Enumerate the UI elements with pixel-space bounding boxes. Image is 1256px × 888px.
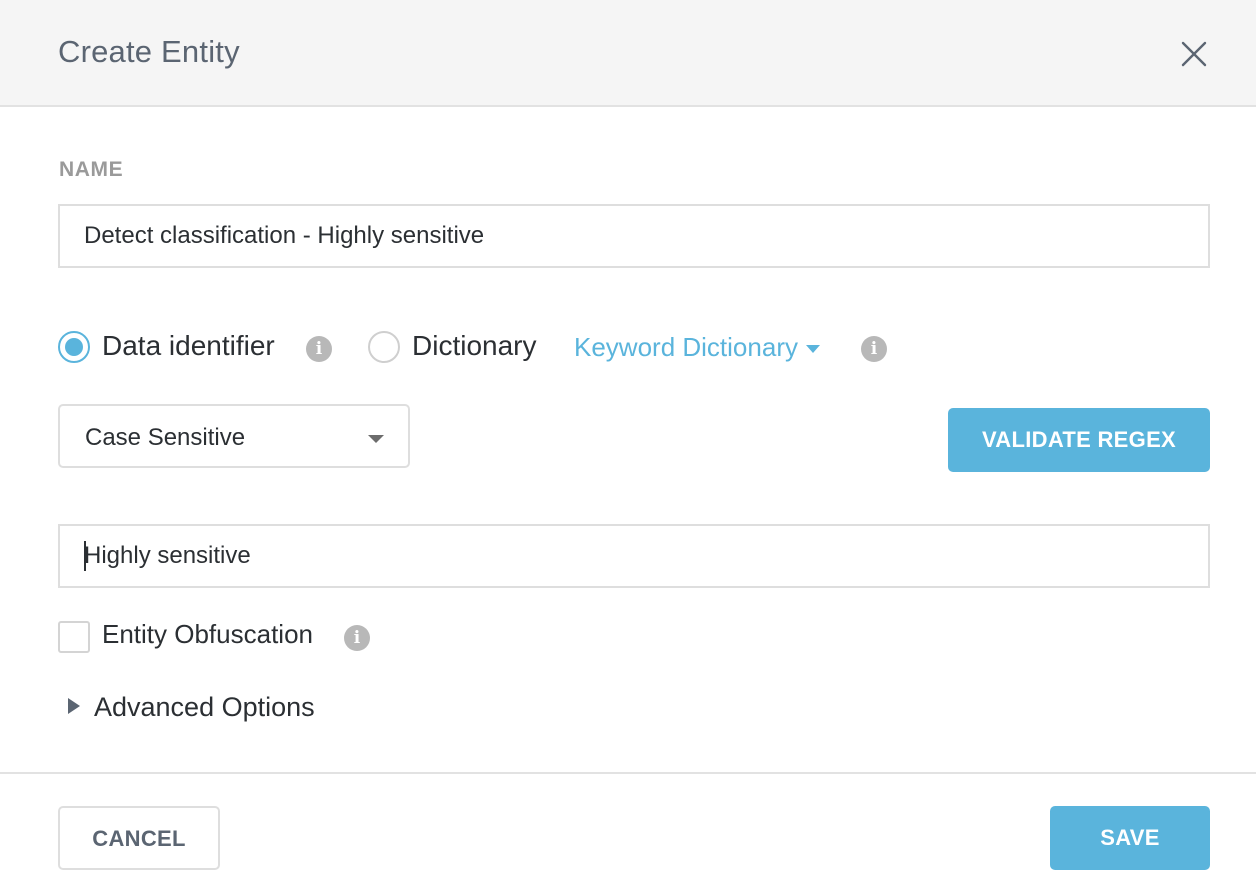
entity-obfuscation-checkbox[interactable]: [58, 621, 90, 653]
data-identifier-label[interactable]: Data identifier: [102, 330, 275, 362]
case-sensitivity-value: Case Sensitive: [85, 424, 246, 451]
advanced-options-toggle[interactable]: Advanced Options: [64, 692, 364, 728]
keyword-dictionary-dropdown[interactable]: Keyword Dictionary: [574, 332, 820, 363]
obfuscation-info-icon[interactable]: i: [344, 625, 370, 651]
case-sensitivity-select[interactable]: Case Sensitive: [58, 404, 410, 468]
dialog-title: Create Entity: [58, 34, 240, 69]
validate-regex-button[interactable]: VALIDATE REGEX: [948, 408, 1210, 472]
dialog-header: Create Entity: [0, 0, 1256, 107]
dictionary-radio[interactable]: [368, 331, 400, 363]
dictionary-info-icon[interactable]: i: [861, 336, 887, 362]
data-identifier-info-icon[interactable]: i: [306, 336, 332, 362]
name-label: NAME: [59, 158, 124, 181]
advanced-options-label: Advanced Options: [94, 692, 315, 722]
entity-type-group: Data identifier i Dictionary Keyword Dic…: [58, 328, 1058, 368]
pattern-input[interactable]: [58, 524, 1210, 588]
chevron-down-icon: [805, 345, 820, 354]
dictionary-label[interactable]: Dictionary: [412, 330, 536, 362]
data-identifier-radio[interactable]: [58, 331, 90, 363]
close-button[interactable]: [1172, 32, 1216, 76]
close-icon: [1181, 41, 1207, 67]
save-button[interactable]: SAVE: [1050, 806, 1210, 870]
name-input[interactable]: [58, 204, 1210, 268]
chevron-right-icon: [68, 698, 80, 714]
chevron-down-icon: [368, 435, 384, 443]
footer-divider: [0, 772, 1256, 774]
text-cursor: [84, 541, 86, 571]
entity-obfuscation-label[interactable]: Entity Obfuscation: [102, 619, 313, 650]
cancel-button[interactable]: CANCEL: [58, 806, 220, 870]
keyword-dictionary-label: Keyword Dictionary: [574, 332, 798, 362]
